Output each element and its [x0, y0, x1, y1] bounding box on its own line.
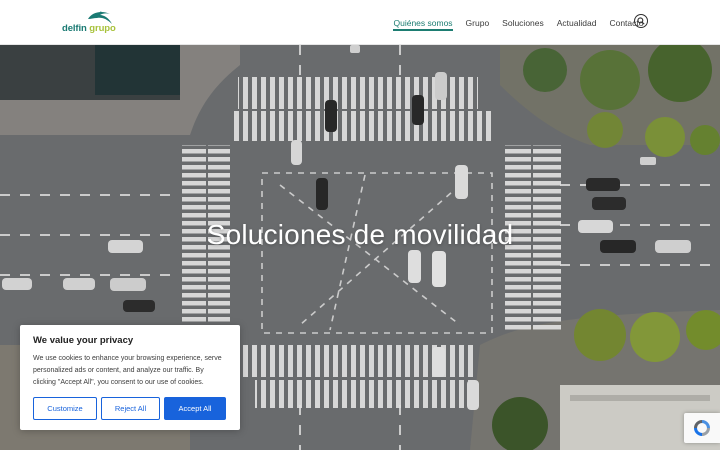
search-button[interactable]	[634, 14, 648, 28]
nav-item-grupo[interactable]: Grupo	[459, 0, 496, 45]
logo-text: delfin grupo	[62, 23, 116, 34]
recaptcha-badge[interactable]	[684, 413, 720, 443]
nav-item-quienes-somos[interactable]: Quiénes somos	[387, 0, 459, 45]
cookie-description: We use cookies to enhance your browsing …	[33, 355, 222, 386]
recaptcha-icon	[694, 420, 710, 436]
nav-item-actualidad[interactable]: Actualidad	[550, 0, 603, 45]
search-icon	[637, 17, 645, 25]
customize-button[interactable]: Customize	[33, 397, 97, 420]
cookie-consent-banner: We value your privacy We use cookies to …	[20, 325, 240, 430]
reject-all-button[interactable]: Reject All	[101, 397, 160, 420]
main-nav: Quiénes somos Grupo Soluciones Actualida…	[387, 0, 650, 45]
logo-word-delfin: delfin	[62, 23, 87, 34]
site-header: delfin grupo Quiénes somos Grupo Solucio…	[0, 0, 720, 45]
delfin-grupo-logo[interactable]: delfin grupo	[62, 10, 118, 36]
accept-all-button[interactable]: Accept All	[164, 397, 226, 420]
hero-title: Soluciones de movilidad	[206, 219, 514, 250]
nav-item-soluciones[interactable]: Soluciones	[496, 0, 551, 45]
logo-word-grupo: grupo	[89, 23, 116, 34]
cookie-title: We value your privacy	[33, 335, 134, 346]
cookie-button-group: Customize Reject All Accept All	[33, 397, 226, 420]
